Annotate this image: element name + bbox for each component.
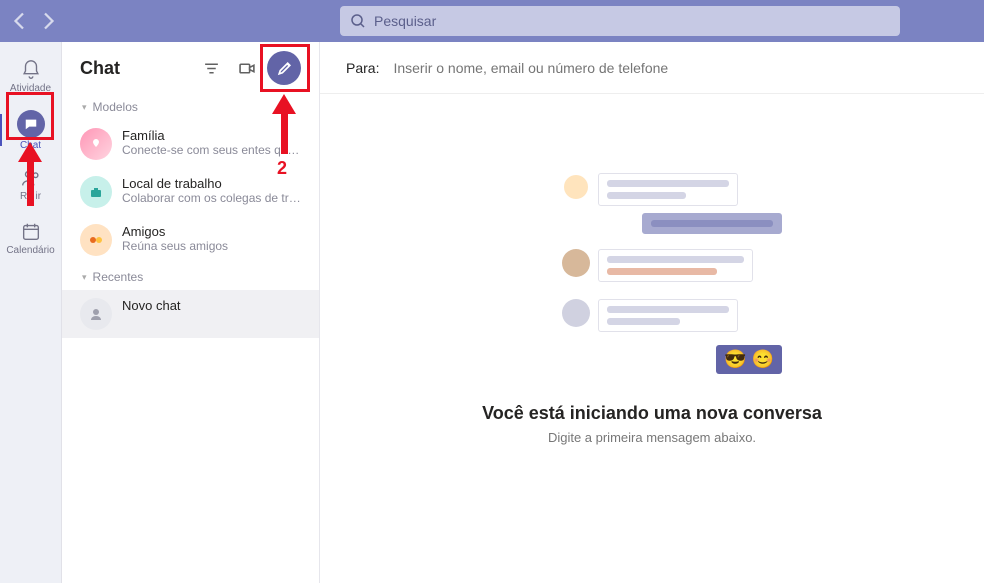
search-input[interactable]: Pesquisar [340, 6, 900, 36]
section-recent[interactable]: Recentes [62, 264, 319, 290]
calendar-icon [20, 221, 42, 243]
rail-calendar[interactable]: Calendário [3, 212, 59, 264]
empty-state-illustration: 😎 😊 [522, 173, 782, 383]
chat-icon [17, 110, 45, 138]
bell-icon [20, 59, 42, 81]
person-icon [80, 298, 112, 330]
annotation-step-2: 2 [277, 158, 287, 179]
rail-activity[interactable]: Atividade [3, 50, 59, 102]
back-button[interactable] [8, 9, 32, 33]
empty-state-heading: Você está iniciando uma nova conversa [482, 403, 822, 424]
to-label: Para: [346, 60, 379, 76]
template-friends[interactable]: Amigos Reúna seus amigos [62, 216, 319, 264]
family-icon [80, 128, 112, 160]
friends-icon [80, 224, 112, 256]
chat-content: Para: [320, 42, 984, 583]
app-rail: Atividade Chat Re ir Calendário [0, 42, 62, 583]
empty-state-subheading: Digite a primeira mensagem abaixo. [548, 430, 756, 445]
section-models[interactable]: Modelos [62, 94, 319, 120]
video-icon [239, 60, 256, 77]
chat-list-panel: Chat Modelos Família Conecte-se c [62, 42, 320, 583]
video-call-button[interactable] [231, 52, 263, 84]
filter-icon [203, 60, 220, 77]
search-icon [350, 13, 366, 29]
new-chat-button[interactable] [267, 51, 301, 85]
forward-button[interactable] [36, 9, 60, 33]
rail-chat[interactable]: Chat [3, 104, 59, 156]
rail-teams[interactable]: Re ir [3, 158, 59, 210]
panel-title: Chat [80, 58, 191, 79]
search-placeholder: Pesquisar [374, 13, 436, 29]
work-icon [80, 176, 112, 208]
compose-icon [276, 60, 293, 77]
recent-new-chat[interactable]: Novo chat [62, 290, 319, 338]
recipient-input[interactable] [393, 60, 958, 76]
filter-button[interactable] [195, 52, 227, 84]
people-icon [20, 167, 42, 189]
title-bar: Pesquisar [0, 0, 984, 42]
